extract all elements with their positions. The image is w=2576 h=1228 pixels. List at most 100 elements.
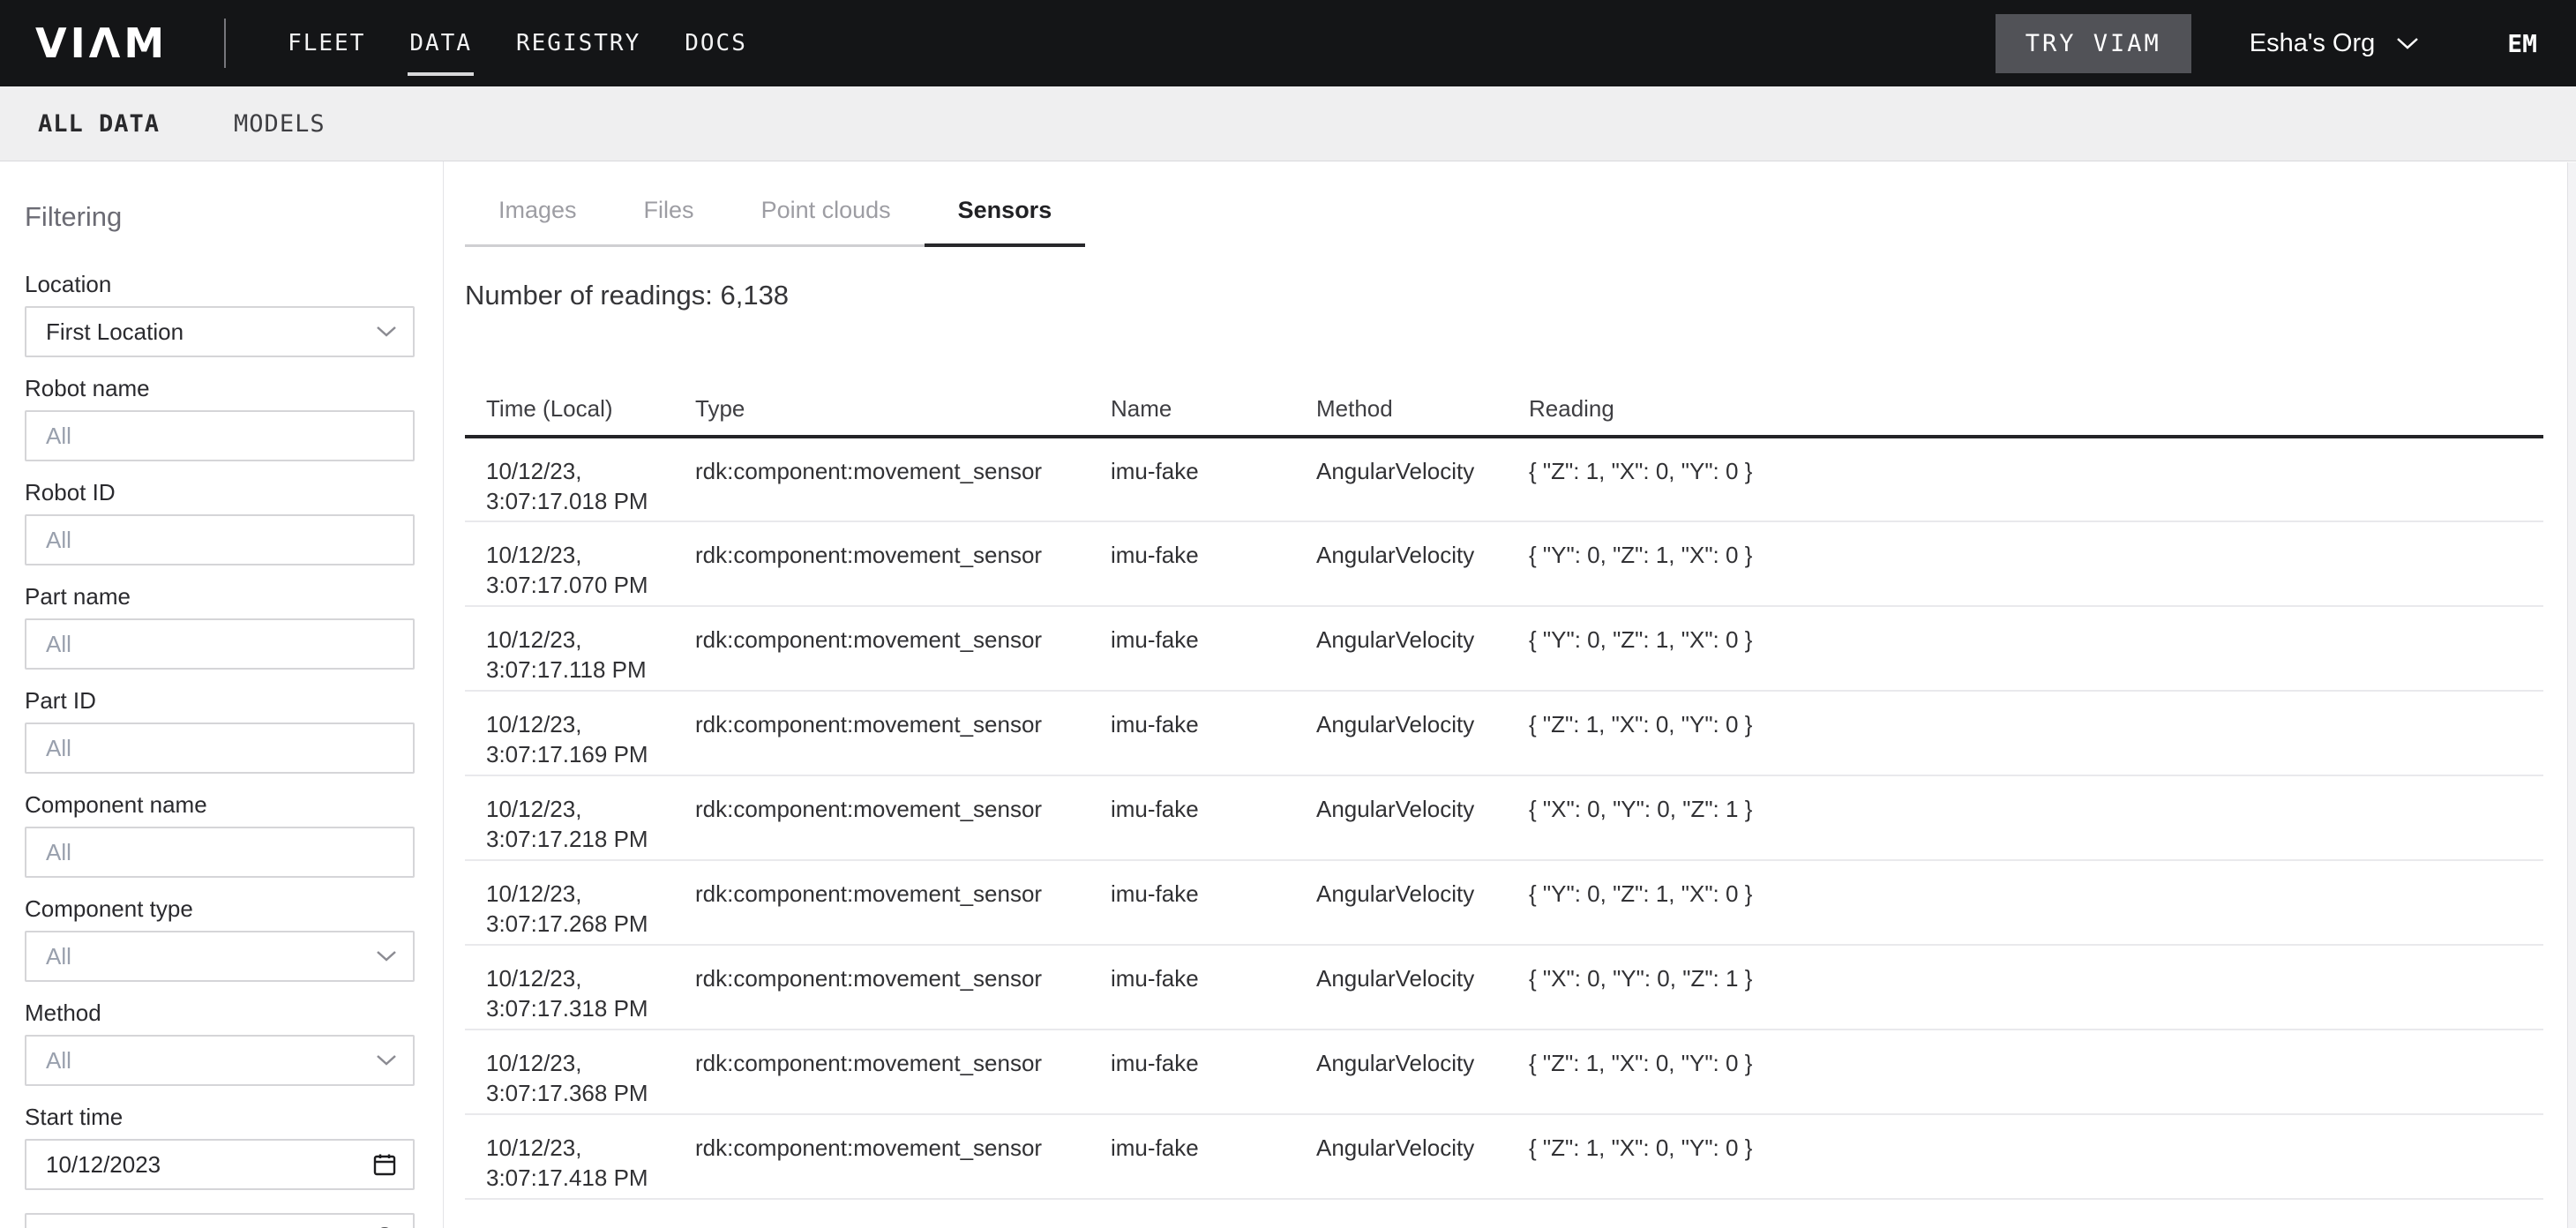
cell-name: imu-fake — [1090, 521, 1295, 606]
part-name-field: Part name — [25, 581, 443, 670]
part-name-input-wrap — [25, 618, 415, 670]
cell-time: 10/12/23, 3:07:17.268 PM — [465, 860, 674, 945]
primary-nav: FLEET DATA REGISTRY DOCS — [288, 30, 747, 56]
cell-type: rdk:component:movement_sensor — [674, 437, 1090, 521]
table-header-row: Time (Local) Type Name Method Reading — [465, 360, 2543, 437]
tab-models[interactable]: MODELS — [234, 110, 326, 138]
tab-images[interactable]: Images — [465, 197, 610, 244]
method-label: Method — [25, 998, 443, 1028]
method-select[interactable]: All — [25, 1035, 415, 1086]
nav-item-docs[interactable]: DOCS — [685, 30, 747, 56]
cell-type: rdk:component:movement_sensor — [674, 691, 1090, 775]
nav-divider — [224, 19, 226, 68]
tab-sensors[interactable]: Sensors — [925, 197, 1086, 247]
robot-name-input[interactable] — [46, 423, 397, 450]
cell-time: 10/12/23, 3:07:17.218 PM — [465, 775, 674, 860]
location-field: Location First Location — [25, 269, 443, 357]
location-label: Location — [25, 269, 443, 299]
readings-count: Number of readings: 6,138 — [465, 279, 2576, 312]
component-type-label: Component type — [25, 894, 443, 924]
start-time-label: Start time — [25, 1102, 443, 1132]
cell-name: imu-fake — [1090, 860, 1295, 945]
cell-reading: { "X": 0, "Y": 0, "Z": 1 } — [1508, 775, 2543, 860]
component-name-field: Component name — [25, 790, 443, 878]
location-select[interactable]: First Location — [25, 306, 415, 357]
cell-method: AngularVelocity — [1295, 860, 1508, 945]
table-row: 10/12/23, 3:07:17.169 PM rdk:component:m… — [465, 691, 2543, 775]
part-name-input[interactable] — [46, 631, 397, 658]
cell-method: AngularVelocity — [1295, 437, 1508, 521]
data-type-tabs: Images Files Point clouds Sensors — [465, 197, 1085, 247]
robot-name-input-wrap — [25, 410, 415, 461]
calendar-icon[interactable] — [372, 1152, 397, 1177]
component-name-input[interactable] — [46, 839, 397, 866]
cell-method: AngularVelocity — [1295, 945, 1508, 1030]
cell-name: imu-fake — [1090, 691, 1295, 775]
table-row: 10/12/23, 3:07:17.368 PM rdk:component:m… — [465, 1030, 2543, 1114]
cell-reading: { "Z": 1, "X": 0, "Y": 0 } — [1508, 437, 2543, 521]
part-id-label: Part ID — [25, 685, 443, 715]
viam-logo[interactable]: VIΛM — [35, 23, 168, 64]
nav-item-fleet[interactable]: FLEET — [288, 30, 365, 56]
col-header-time: Time (Local) — [465, 360, 674, 437]
cell-type: rdk:component:movement_sensor — [674, 775, 1090, 860]
table-row: 10/12/23, 3:07:17.318 PM rdk:component:m… — [465, 945, 2543, 1030]
cell-name: imu-fake — [1090, 775, 1295, 860]
cell-reading: { "Z": 1, "X": 0, "Y": 0 } — [1508, 1030, 2543, 1114]
cell-name: imu-fake — [1090, 606, 1295, 691]
cell-reading: { "Z": 1, "X": 0, "Y": 0 } — [1508, 1114, 2543, 1199]
filtering-title: Filtering — [25, 200, 443, 234]
cell-method: AngularVelocity — [1295, 1114, 1508, 1199]
org-switcher[interactable]: Esha's Org — [2250, 29, 2420, 58]
chevron-down-icon — [376, 950, 397, 962]
sensor-readings-table: Time (Local) Type Name Method Reading 10… — [465, 360, 2543, 1200]
start-time-input[interactable]: 03:07:00 PM — [25, 1213, 415, 1228]
col-header-name: Name — [1090, 360, 1295, 437]
cell-time: 10/12/23, 3:07:17.070 PM — [465, 521, 674, 606]
tab-files[interactable]: Files — [610, 197, 728, 244]
table-row: 10/12/23, 3:07:17.218 PM rdk:component:m… — [465, 775, 2543, 860]
cell-type: rdk:component:movement_sensor — [674, 521, 1090, 606]
col-header-method: Method — [1295, 360, 1508, 437]
cell-name: imu-fake — [1090, 1030, 1295, 1114]
cell-reading: { "X": 0, "Y": 0, "Z": 1 } — [1508, 945, 2543, 1030]
table-row: 10/12/23, 3:07:17.418 PM rdk:component:m… — [465, 1114, 2543, 1199]
cell-reading: { "Y": 0, "Z": 1, "X": 0 } — [1508, 860, 2543, 945]
cell-type: rdk:component:movement_sensor — [674, 945, 1090, 1030]
cell-reading: { "Y": 0, "Z": 1, "X": 0 } — [1508, 606, 2543, 691]
cell-reading: { "Y": 0, "Z": 1, "X": 0 } — [1508, 521, 2543, 606]
robot-id-label: Robot ID — [25, 477, 443, 507]
robot-name-field: Robot name — [25, 373, 443, 461]
top-nav-bar: VIΛM FLEET DATA REGISTRY DOCS TRY VIAM E… — [0, 0, 2576, 86]
component-type-select[interactable]: All — [25, 931, 415, 982]
robot-id-input[interactable] — [46, 527, 397, 554]
try-viam-button[interactable]: TRY VIAM — [1996, 14, 2191, 73]
cell-type: rdk:component:movement_sensor — [674, 1114, 1090, 1199]
org-name: Esha's Org — [2250, 29, 2376, 58]
cell-method: AngularVelocity — [1295, 775, 1508, 860]
table-row: 10/12/23, 3:07:17.018 PM rdk:component:m… — [465, 437, 2543, 521]
col-header-reading: Reading — [1508, 360, 2543, 437]
table-row: 10/12/23, 3:07:17.268 PM rdk:component:m… — [465, 860, 2543, 945]
part-id-input-wrap — [25, 723, 415, 774]
cell-time: 10/12/23, 3:07:17.018 PM — [465, 437, 674, 521]
cell-method: AngularVelocity — [1295, 521, 1508, 606]
part-id-input[interactable] — [46, 735, 397, 762]
nav-item-registry[interactable]: REGISTRY — [516, 30, 640, 56]
cell-time: 10/12/23, 3:07:17.169 PM — [465, 691, 674, 775]
chevron-down-icon — [376, 1054, 397, 1067]
table-row: 10/12/23, 3:07:17.118 PM rdk:component:m… — [465, 606, 2543, 691]
col-header-type: Type — [674, 360, 1090, 437]
tab-all-data[interactable]: ALL DATA — [38, 110, 160, 138]
nav-item-data[interactable]: DATA — [409, 30, 472, 56]
start-date-input[interactable]: 10/12/2023 — [25, 1139, 415, 1190]
vertical-scrollbar[interactable] — [2567, 162, 2576, 1228]
cell-time: 10/12/23, 3:07:17.418 PM — [465, 1114, 674, 1199]
cell-time: 10/12/23, 3:07:17.318 PM — [465, 945, 674, 1030]
user-avatar-initials[interactable]: EM — [2507, 29, 2537, 58]
cell-type: rdk:component:movement_sensor — [674, 606, 1090, 691]
tab-point-clouds[interactable]: Point clouds — [728, 197, 925, 244]
cell-time: 10/12/23, 3:07:17.118 PM — [465, 606, 674, 691]
cell-name: imu-fake — [1090, 437, 1295, 521]
robot-name-label: Robot name — [25, 373, 443, 403]
